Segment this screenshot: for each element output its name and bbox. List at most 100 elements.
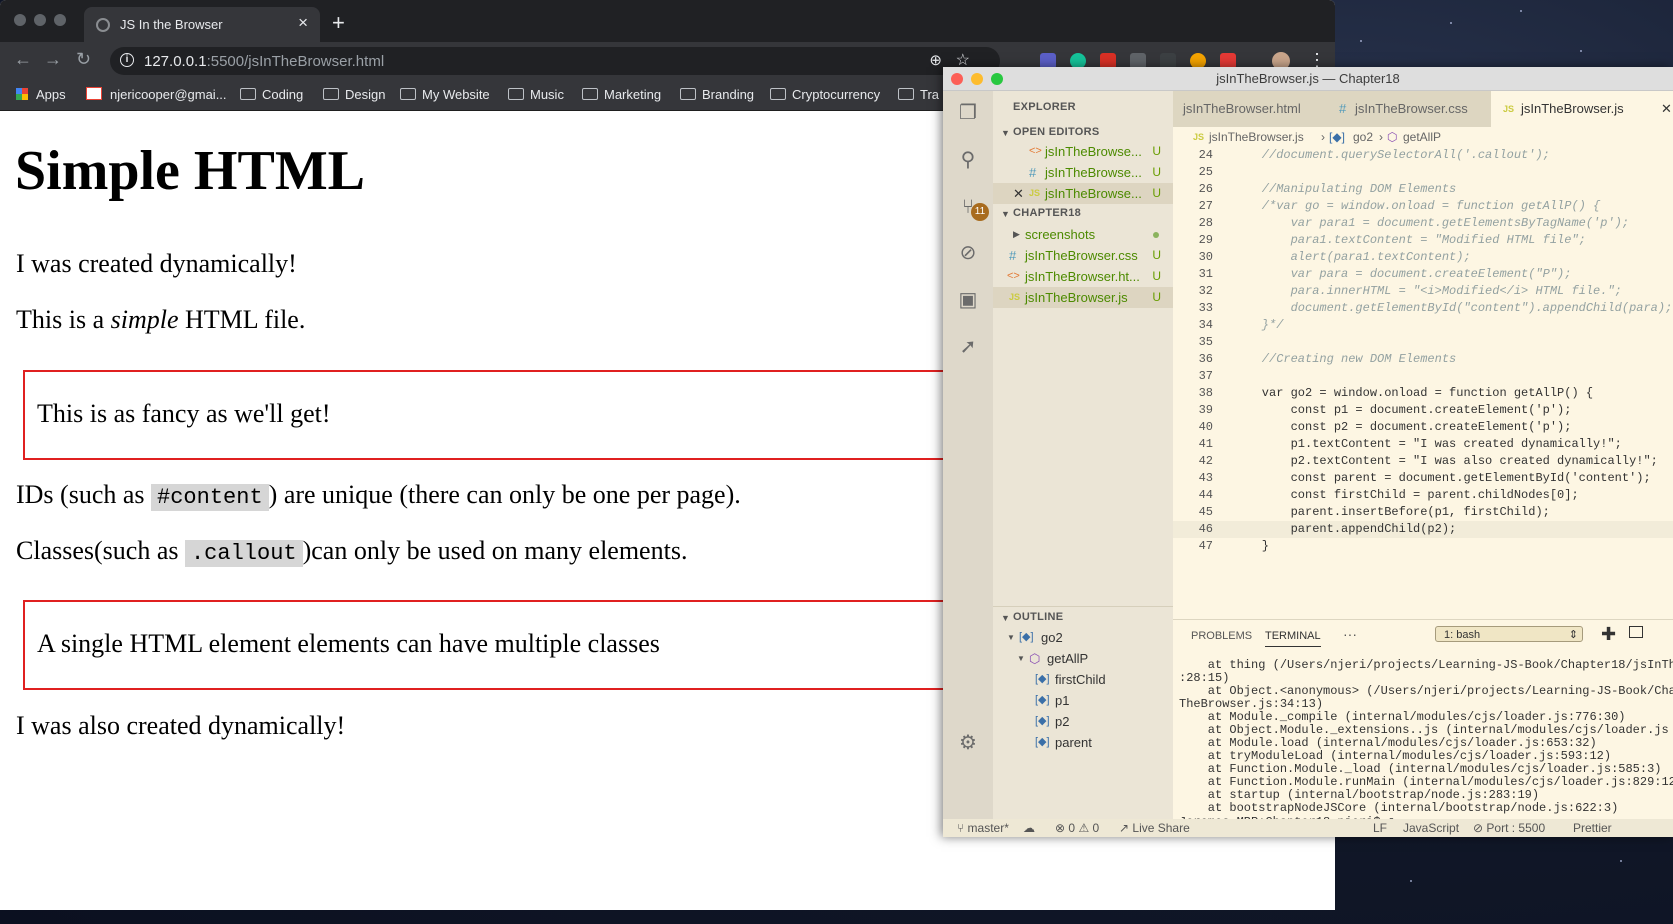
breadcrumb-item[interactable]: getAllP [1403, 127, 1441, 147]
folder-heading[interactable]: CHAPTER18 [1013, 207, 1081, 219]
terminal-line: TheBrowser.js:34:13) [1179, 697, 1324, 711]
terminal-line: at thing (/Users/njeri/projects/Learning… [1179, 658, 1673, 672]
star [1620, 860, 1622, 862]
warning-icon: ⚠ [1078, 821, 1090, 835]
gear-icon[interactable]: ⚙ [956, 731, 980, 755]
paragraph-ids: IDs (such as #content) are unique (there… [16, 480, 741, 511]
files-icon[interactable]: ❐ [956, 101, 980, 125]
open-editor-item-active[interactable]: ✕ JS jsInTheBrowse... U [993, 183, 1173, 204]
code-line: 46 parent.appendChild(p2); [1173, 521, 1673, 538]
language-status[interactable]: JavaScript [1403, 819, 1459, 837]
outline-label: parent [1055, 735, 1092, 750]
js-file-icon: JS [1193, 132, 1205, 142]
file-name: jsInTheBrowser.css [1025, 248, 1138, 263]
divider [993, 606, 1173, 607]
open-editors-heading[interactable]: OPEN EDITORS [1013, 126, 1100, 138]
live-share-icon[interactable]: ➚ [956, 335, 980, 359]
tab-html[interactable]: jsInTheBrowser.html [1173, 91, 1323, 127]
zoom-window-button[interactable] [54, 14, 66, 26]
new-tab-button[interactable]: + [332, 10, 345, 36]
outline-item[interactable]: [◆] p1 [993, 690, 1173, 711]
debug-icon[interactable]: ⊘ [956, 241, 980, 265]
folder-item-screenshots[interactable]: ▶ screenshots [993, 224, 1173, 245]
code-line: 31 var para = document.createElement("P"… [1173, 266, 1673, 283]
outline-item[interactable]: ▼ ⬡ getAllP [993, 648, 1173, 669]
bookmark-folder-tra[interactable]: Tra [898, 87, 939, 102]
chevron-down-icon[interactable]: ▼ [1001, 128, 1010, 138]
live-share-status[interactable]: ↗ Live Share [1119, 819, 1190, 837]
tab-title: JS In the Browser [120, 17, 223, 32]
breadcrumb-item[interactable]: go2 [1353, 127, 1373, 147]
status-bar: ⑂ master* ☁ ⊗ 0 ⚠ 0 ↗ Live Share LF Java… [943, 819, 1673, 837]
folder-icon [508, 88, 524, 100]
code-text: const p1 = document.createElement('p'); [1233, 403, 1572, 417]
code-text: const p2 = document.createElement('p'); [1233, 420, 1572, 434]
tab-problems[interactable]: PROBLEMS [1191, 630, 1252, 642]
outline-item[interactable]: [◆] p2 [993, 711, 1173, 732]
port-label: Port : 5500 [1486, 821, 1546, 835]
bookmark-folder-branding[interactable]: Branding [680, 87, 754, 102]
tab-css[interactable]: # jsInTheBrowser.css [1325, 91, 1489, 127]
zoom-icon[interactable]: ⊕ [929, 51, 942, 69]
tab-js-active[interactable]: JS jsInTheBrowser.js ✕ [1491, 91, 1673, 127]
bookmark-gmail[interactable]: njericooper@gmai... [86, 87, 227, 102]
close-icon[interactable]: ✕ [1661, 91, 1672, 127]
prettier-status[interactable]: Prettier [1573, 819, 1612, 837]
line-number: 45 [1198, 505, 1213, 519]
more-actions-icon[interactable]: ··· [1343, 626, 1357, 642]
close-icon[interactable]: × [298, 13, 308, 33]
info-icon[interactable]: i [120, 53, 134, 67]
browser-tab[interactable]: JS In the Browser × [84, 7, 320, 42]
sync-icon[interactable]: ☁ [1023, 819, 1035, 837]
chevron-right-icon: › [1321, 130, 1325, 144]
outline-heading[interactable]: OUTLINE [1013, 611, 1063, 623]
terminal-select[interactable]: 1: bash ⇕ [1435, 626, 1583, 642]
breadcrumb-item[interactable]: jsInTheBrowser.js [1209, 127, 1304, 147]
chevron-down-icon[interactable]: ▼ [1001, 209, 1010, 219]
bookmark-label: My Website [422, 87, 490, 102]
problems-status[interactable]: ⊗ 0 ⚠ 0 [1055, 819, 1099, 837]
bookmark-folder-marketing[interactable]: Marketing [582, 87, 661, 102]
outline-item[interactable]: [◆] parent [993, 732, 1173, 753]
file-item-active[interactable]: JS jsInTheBrowser.js U [993, 287, 1173, 308]
folder-icon [400, 88, 416, 100]
extensions-icon[interactable]: ▣ [956, 288, 980, 312]
back-arrow-icon[interactable]: ← [14, 49, 32, 70]
file-name: jsInTheBrowse... [1045, 186, 1142, 201]
line-number: 38 [1198, 386, 1213, 400]
chevron-down-icon: ▼ [1007, 633, 1015, 642]
code-editor[interactable]: 24 //document.querySelectorAll('.callout… [1173, 147, 1673, 619]
outline-item[interactable]: ▼ [◆] go2 [993, 627, 1173, 648]
bookmark-folder-design[interactable]: Design [323, 87, 385, 102]
line-number: 44 [1198, 488, 1213, 502]
line-number: 39 [1198, 403, 1213, 417]
star [1410, 880, 1412, 882]
close-window-button[interactable] [14, 14, 26, 26]
tab-terminal[interactable]: TERMINAL [1265, 630, 1321, 647]
url-text: 127.0.0.1:5500/jsInTheBrowser.html [144, 53, 384, 70]
close-icon[interactable]: ✕ [1013, 183, 1024, 204]
open-editor-item[interactable]: <> jsInTheBrowse... U [993, 141, 1173, 162]
split-icon[interactable] [1629, 626, 1643, 638]
bookmark-apps[interactable]: Apps [16, 87, 66, 102]
address-bar[interactable]: i 127.0.0.1:5500/jsInTheBrowser.html ⊕ ☆ [110, 47, 1000, 75]
search-icon[interactable]: ⚲ [956, 148, 980, 172]
open-editor-item[interactable]: # jsInTheBrowse... U [993, 162, 1173, 183]
eol-status[interactable]: LF [1373, 819, 1387, 837]
bookmark-folder-cryptocurrency[interactable]: Cryptocurrency [770, 87, 880, 102]
chevron-down-icon[interactable]: ▼ [1001, 613, 1010, 623]
bookmark-folder-my-website[interactable]: My Website [400, 87, 490, 102]
port-status[interactable]: ⊘ Port : 5500 [1473, 819, 1545, 837]
file-item[interactable]: <> jsInTheBrowser.ht... U [993, 266, 1173, 287]
minimize-window-button[interactable] [34, 14, 46, 26]
forward-arrow-icon[interactable]: → [44, 49, 62, 70]
paragraph-simple: This is a simple HTML file. [16, 305, 305, 335]
reload-icon[interactable]: ↻ [76, 49, 91, 70]
branch-status[interactable]: ⑂ master* [957, 819, 1009, 837]
outline-item[interactable]: [◆] firstChild [993, 669, 1173, 690]
bookmark-folder-music[interactable]: Music [508, 87, 564, 102]
file-item[interactable]: # jsInTheBrowser.css U [993, 245, 1173, 266]
bookmark-folder-coding[interactable]: Coding [240, 87, 303, 102]
css-file-icon: # [1029, 165, 1037, 180]
plus-icon[interactable]: ✚ [1601, 624, 1616, 645]
